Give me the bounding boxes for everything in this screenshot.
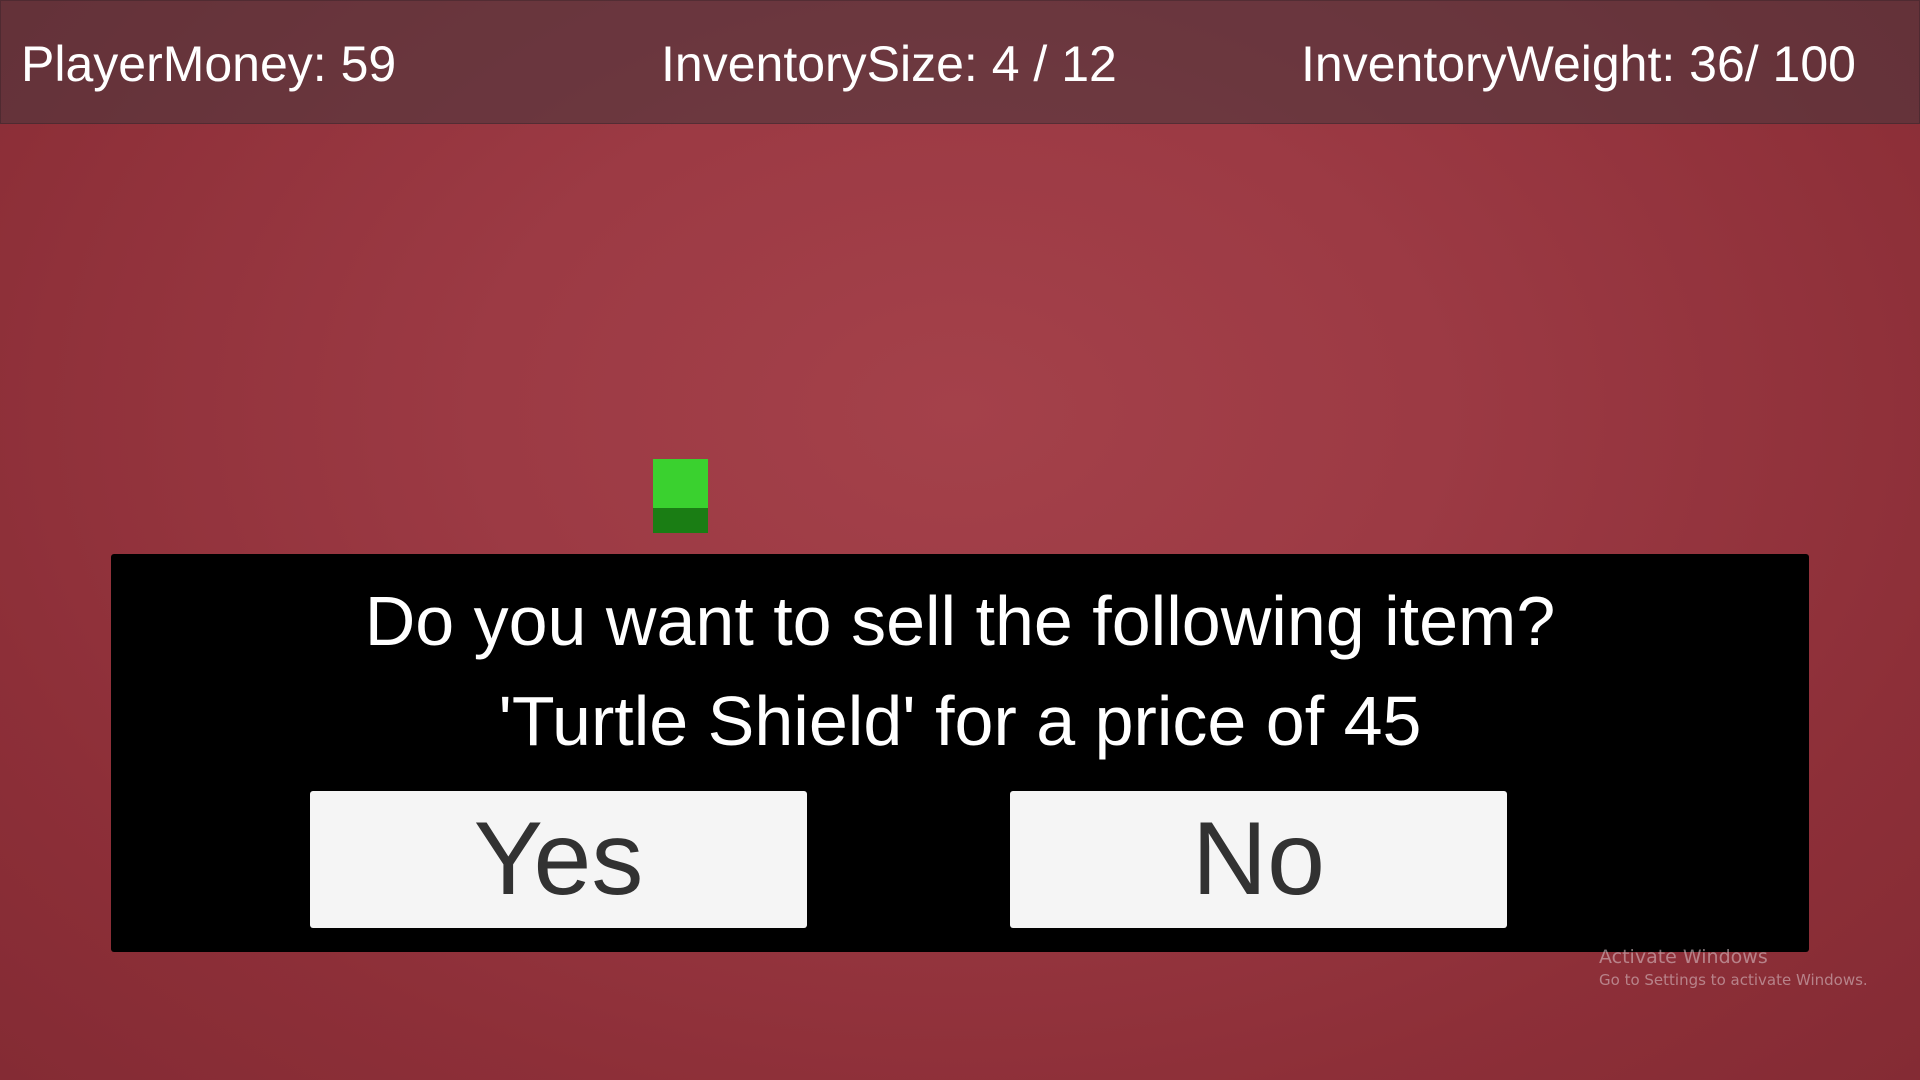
dialog-question: Do you want to sell the following item? [364, 582, 1556, 660]
inventory-size-label: InventorySize: 4 / 12 [661, 36, 1117, 92]
watermark-title: Activate Windows [1599, 946, 1768, 968]
no-button[interactable]: No [1010, 791, 1507, 928]
windows-activation-watermark: Activate Windows Go to Settings to activ… [1599, 946, 1868, 990]
dialog-item-price: 'Turtle Shield' for a price of 45 [498, 682, 1422, 760]
inventory-weight-label: InventoryWeight: 36/ 100 [1301, 36, 1856, 92]
watermark-subtitle: Go to Settings to activate Windows. [1599, 970, 1868, 989]
hud-bar: PlayerMoney: 59 InventorySize: 4 / 12 In… [0, 0, 1920, 124]
sell-confirm-dialog: Do you want to sell the following item? … [111, 554, 1809, 952]
yes-button[interactable]: Yes [310, 791, 807, 928]
player-money-label: PlayerMoney: 59 [21, 36, 397, 92]
green-item-icon[interactable] [653, 459, 708, 533]
